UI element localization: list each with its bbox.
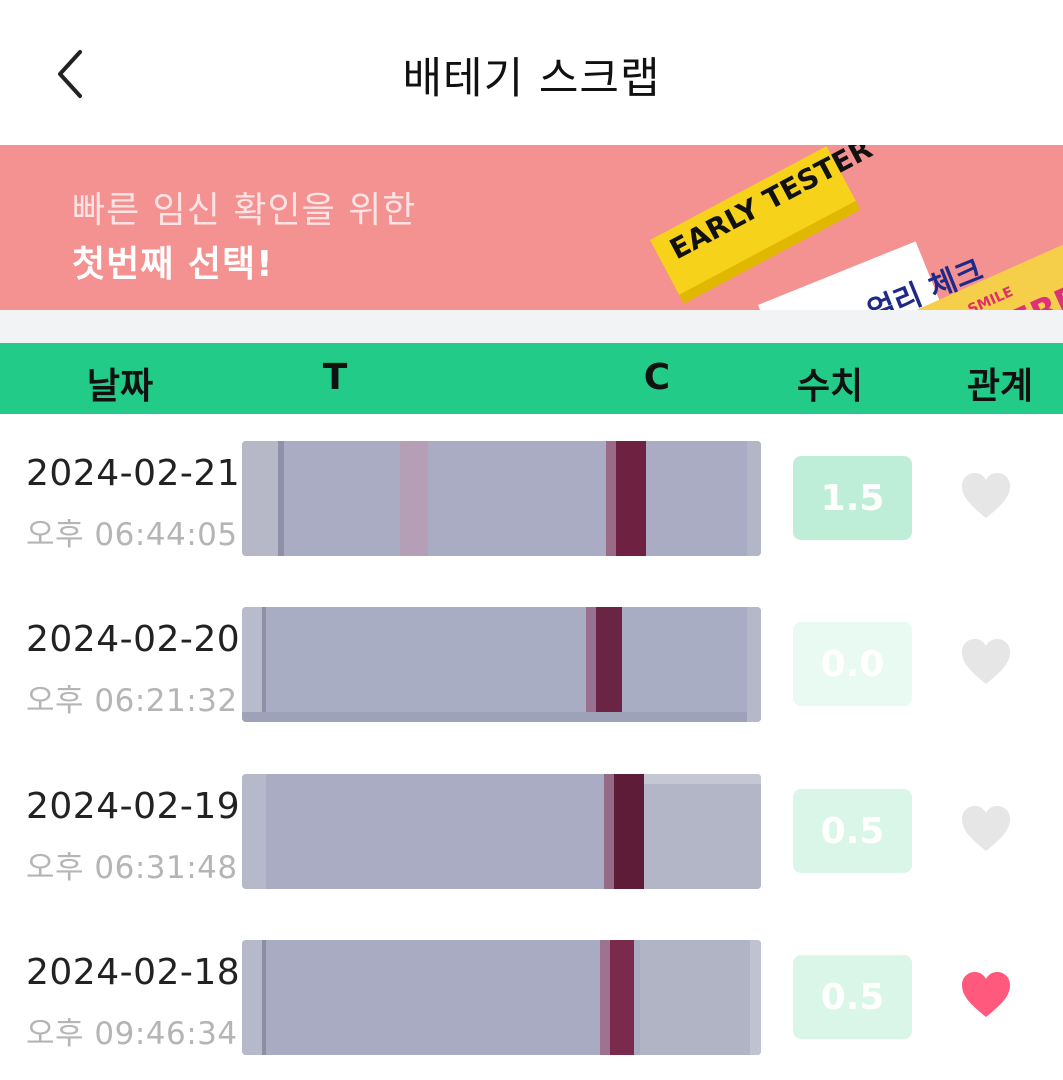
- banner-headline: 첫번째 선택!: [72, 244, 274, 285]
- column-header-date: 날짜: [86, 366, 154, 407]
- row-time: 오후 06:44:05: [26, 517, 238, 553]
- row-date: 2024-02-19: [26, 786, 241, 827]
- promo-banner[interactable]: 빠른 임신 확인을 위한 첫번째 선택! EARLY TESTER 얼리 체크 …: [0, 145, 1063, 310]
- table-row[interactable]: 2024-02-20 오후 06:21:32 0.0: [0, 607, 1063, 773]
- value-badge: 0.0: [793, 622, 912, 706]
- app-header: 배테기 스크랩: [0, 0, 1063, 145]
- row-time: 오후 06:21:32: [26, 683, 238, 719]
- column-header-t: T: [322, 357, 348, 398]
- row-date: 2024-02-18: [26, 952, 241, 993]
- heart-icon[interactable]: [960, 471, 1012, 521]
- row-date: 2024-02-20: [26, 619, 241, 660]
- row-time: 오후 09:46:34: [26, 1016, 238, 1052]
- value-badge: 0.5: [793, 789, 912, 873]
- value-badge: 0.5: [793, 955, 912, 1039]
- section-divider: [0, 310, 1063, 343]
- test-strip-image: [242, 441, 761, 556]
- heart-icon[interactable]: [960, 970, 1012, 1020]
- table-row[interactable]: 2024-02-19 오후 06:31:48 0.5: [0, 774, 1063, 940]
- heart-icon[interactable]: [960, 804, 1012, 854]
- column-header-c: C: [643, 357, 671, 398]
- banner-subtitle: 빠른 임신 확인을 위한: [72, 190, 417, 231]
- value-badge: 1.5: [793, 456, 912, 540]
- table-row[interactable]: 2024-02-18 오후 09:46:34 0.5: [0, 940, 1063, 1080]
- row-date: 2024-02-21: [26, 453, 241, 494]
- test-strip-image: [242, 940, 761, 1055]
- product-image: EARLY TESTER 얼리 체크 SMILE SUPERFA: [650, 145, 1063, 310]
- column-header-value: 수치: [796, 366, 864, 407]
- table-header: 날짜 T C 수치 관계: [0, 343, 1063, 414]
- page-title: 배테기 스크랩: [402, 54, 661, 104]
- heart-icon[interactable]: [960, 637, 1012, 687]
- test-strip-image: [242, 774, 761, 889]
- table-row[interactable]: 2024-02-21 오후 06:44:05 1.5: [0, 441, 1063, 607]
- column-header-relation: 관계: [966, 366, 1034, 407]
- row-time: 오후 06:31:48: [26, 850, 238, 886]
- test-strip-image: [242, 607, 761, 722]
